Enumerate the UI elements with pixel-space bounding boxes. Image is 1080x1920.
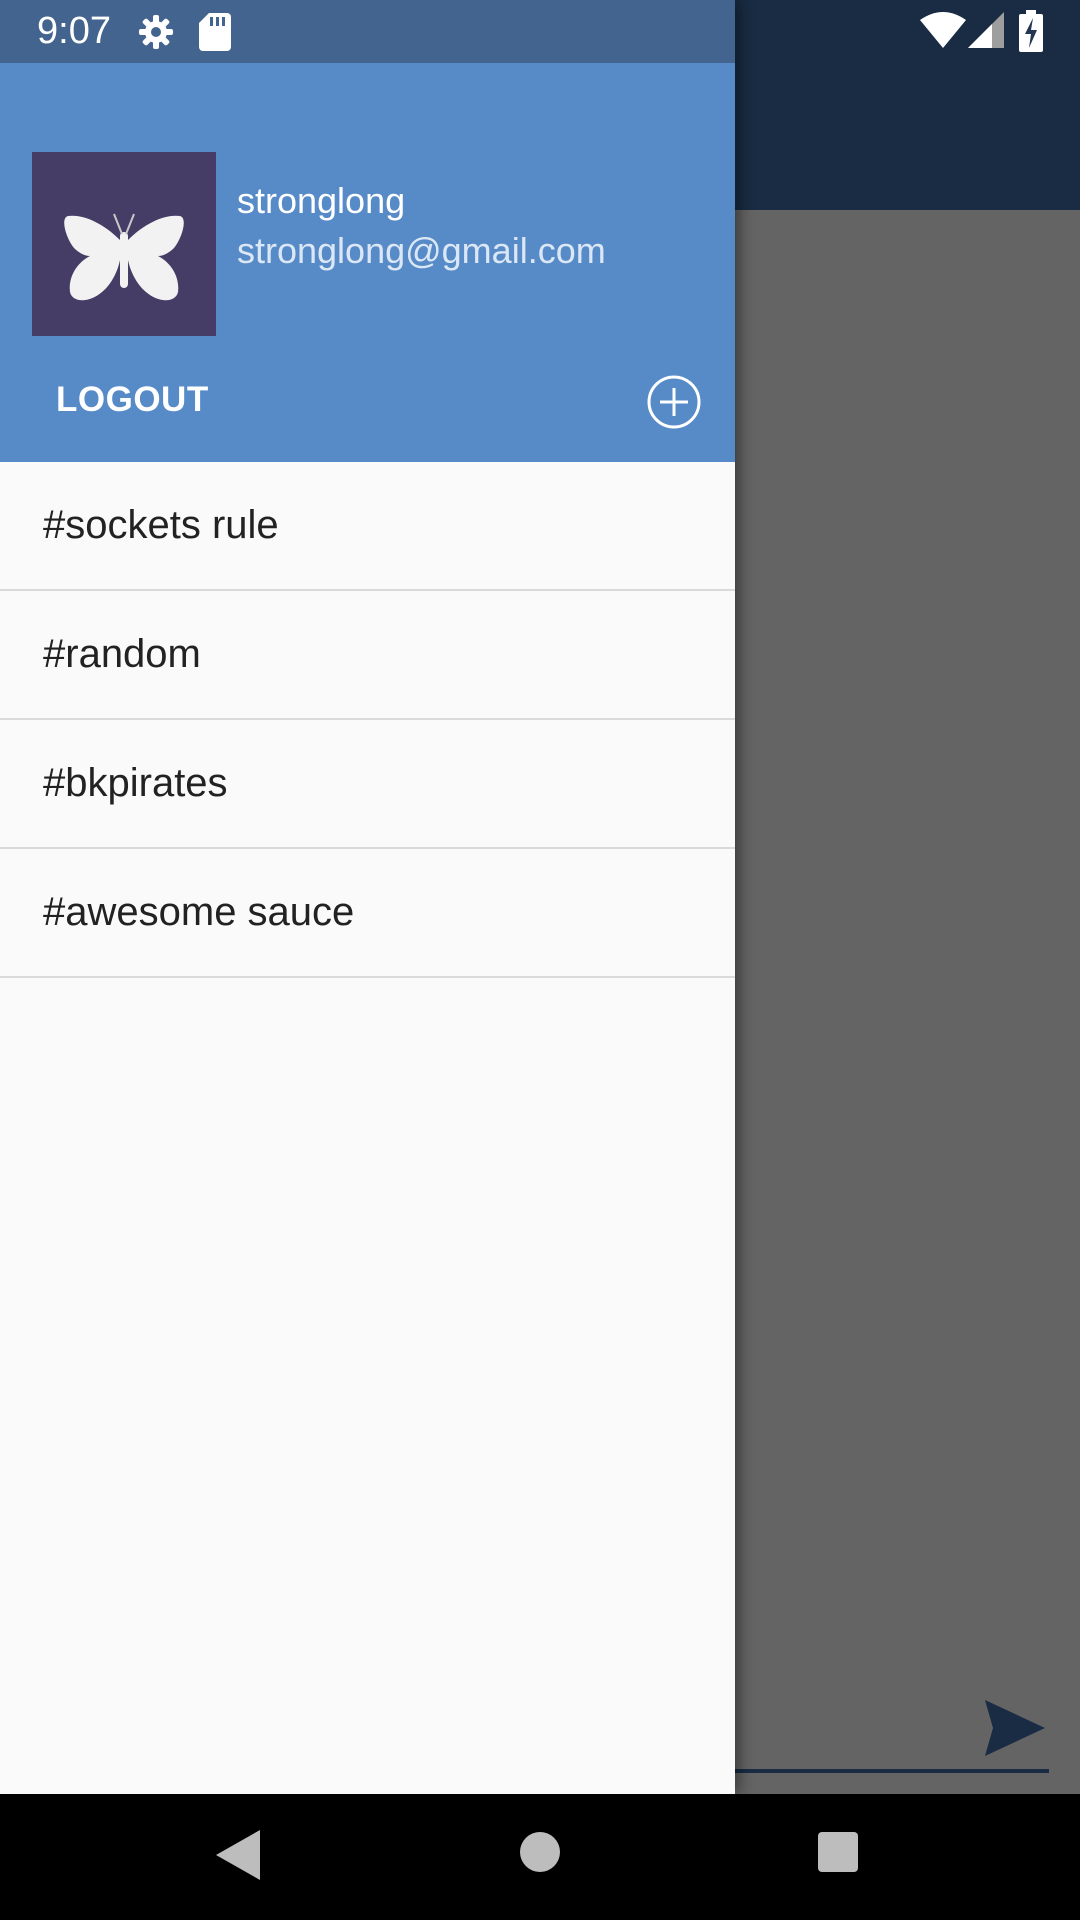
signal-icon — [968, 12, 1004, 48]
channel-item-sockets-rule[interactable]: #sockets rule — [0, 462, 735, 591]
channel-item-random[interactable]: #random — [0, 591, 735, 720]
user-name: stronglong — [237, 180, 406, 221]
navigation-bar — [0, 1794, 1080, 1920]
home-icon[interactable] — [520, 1832, 560, 1872]
butterfly-icon — [64, 213, 184, 301]
drawer-header: stronglong stronglong@gmail.com LOGOUT — [0, 0, 735, 462]
avatar[interactable] — [32, 152, 216, 336]
status-time: 9:07 — [37, 10, 111, 52]
channel-label: #bkpirates — [43, 761, 228, 805]
navigation-drawer: stronglong stronglong@gmail.com LOGOUT #… — [0, 0, 735, 1794]
back-icon[interactable] — [216, 1830, 260, 1880]
recents-icon[interactable] — [818, 1832, 858, 1872]
logout-button[interactable]: LOGOUT — [38, 370, 227, 430]
channel-list: #sockets rule #random #bkpirates #awesom… — [0, 462, 735, 978]
channel-label: #sockets rule — [43, 503, 279, 547]
status-bar: 9:07 — [0, 0, 1080, 63]
gear-icon — [139, 15, 173, 49]
channel-label: #awesome sauce — [43, 890, 355, 934]
channel-item-bkpirates[interactable]: #bkpirates — [0, 720, 735, 849]
channel-label: #random — [43, 632, 201, 676]
user-email: stronglong@gmail.com — [237, 230, 606, 271]
wifi-icon — [920, 12, 966, 48]
battery-charging-icon — [1019, 10, 1043, 52]
channel-item-awesome-sauce[interactable]: #awesome sauce — [0, 849, 735, 978]
sd-card-icon — [199, 13, 231, 51]
add-circle-icon[interactable] — [646, 374, 702, 430]
